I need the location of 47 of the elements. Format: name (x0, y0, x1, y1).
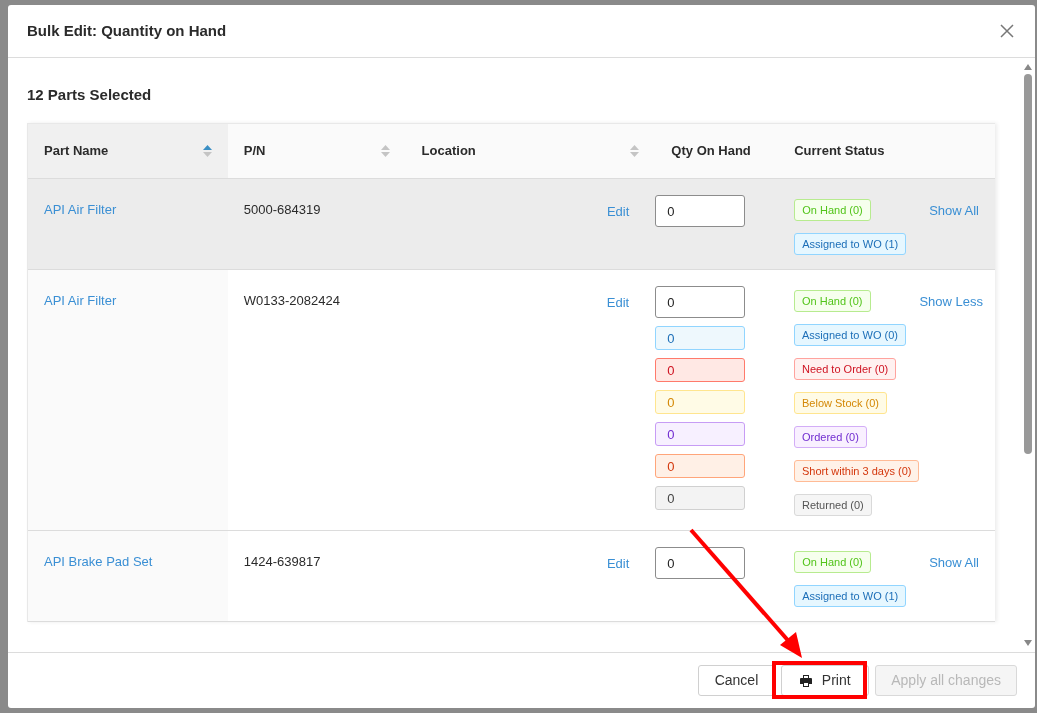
quantity-field[interactable]: 0 (655, 486, 746, 510)
status-tag: Ordered (0) (794, 426, 867, 448)
edit-link[interactable]: Edit (606, 202, 630, 222)
column-header: Qty On Hand (671, 142, 751, 161)
status-tag: Assigned to WO (0) (794, 324, 906, 346)
sort-icon[interactable] (202, 144, 212, 158)
column-header[interactable]: Location (421, 141, 476, 161)
selection-count: 12 Parts Selected (27, 86, 153, 104)
quantity-field[interactable]: 0 (655, 390, 746, 414)
toggle-link[interactable]: Show All (929, 201, 979, 221)
scroll-up-icon[interactable] (1024, 64, 1032, 70)
column-header[interactable]: Part Name (44, 141, 109, 161)
quantity-field[interactable]: 0 (655, 454, 746, 478)
quantity-field[interactable]: 0 (655, 422, 746, 446)
scroll-down-icon[interactable] (1024, 640, 1032, 646)
column-header[interactable]: P/N (243, 141, 266, 161)
edit-link[interactable]: Edit (606, 554, 630, 574)
status-tag: On Hand (0) (794, 290, 871, 312)
status-tag: Assigned to WO (1) (794, 233, 907, 255)
status-tag: Assigned to WO (1) (794, 585, 907, 607)
quantity-field[interactable]: 0 (655, 286, 746, 318)
quantity-field[interactable]: 0 (655, 547, 746, 579)
part-name-link[interactable]: API Air Filter (44, 293, 117, 308)
toggle-link[interactable]: Show All (929, 553, 979, 573)
close-icon[interactable] (1000, 24, 1014, 38)
quantity-field[interactable]: 0 (655, 195, 746, 227)
status-tag: On Hand (0) (794, 551, 871, 573)
column-header: Current Status (794, 142, 885, 161)
toggle-link[interactable]: Show Less (919, 292, 984, 312)
scrollbar-thumb[interactable] (1024, 74, 1032, 454)
part-name-link[interactable]: API Brake Pad Set (44, 554, 153, 569)
status-tag: Short within 3 days (0) (794, 460, 920, 482)
status-tag: On Hand (0) (794, 199, 871, 221)
part-number: W0133-2082424 (243, 293, 340, 308)
sort-icon[interactable] (380, 144, 390, 158)
sort-icon[interactable] (630, 144, 640, 158)
dialog-title: Bulk Edit: Quantity on Hand (27, 20, 227, 41)
part-number: 1424-639817 (243, 554, 321, 569)
status-tag: Need to Order (0) (794, 358, 897, 380)
edit-link[interactable]: Edit (606, 293, 630, 313)
quantity-field[interactable]: 0 (655, 326, 746, 350)
part-number: 5000-684319 (243, 202, 321, 217)
printer-icon (799, 674, 812, 687)
part-name-link[interactable]: API Air Filter (44, 202, 117, 217)
quantity-field[interactable]: 0 (655, 358, 746, 382)
status-tag: Below Stock (0) (794, 392, 888, 414)
status-tag: Returned (0) (794, 494, 872, 516)
